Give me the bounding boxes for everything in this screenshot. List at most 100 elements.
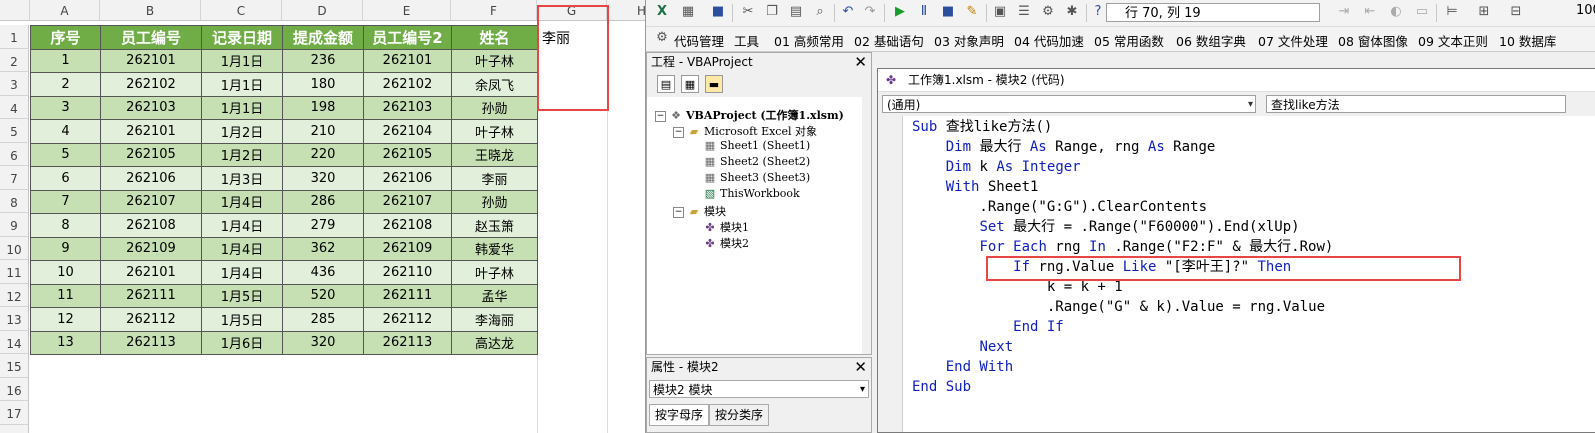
comment-block-icon[interactable]: ▭ (1414, 4, 1430, 20)
table-cell[interactable]: 436 (282, 260, 364, 285)
table-cell[interactable]: 3 (30, 95, 101, 120)
table-cell[interactable]: 1月4日 (201, 213, 283, 238)
table-cell[interactable]: 262101 (100, 119, 202, 144)
menu-03[interactable]: 03 对象声明 (934, 31, 1004, 50)
table-cell[interactable]: 262113 (363, 330, 452, 355)
row-header[interactable]: 18 (0, 424, 29, 433)
table-cell[interactable]: 262111 (363, 283, 452, 308)
row-header[interactable]: 4 (0, 95, 29, 119)
row-header[interactable]: 2 (0, 48, 29, 72)
table-cell[interactable]: 236 (282, 48, 364, 73)
table-cell[interactable]: 高达龙 (451, 330, 538, 355)
row-header[interactable]: 6 (0, 142, 29, 166)
project-explorer-icon[interactable]: ▣ (992, 4, 1008, 20)
order-icon[interactable]: ⊟ (1508, 4, 1524, 20)
table-cell[interactable]: 12 (30, 307, 101, 332)
table-cell[interactable]: 262113 (100, 330, 202, 355)
table-cell[interactable]: 286 (282, 189, 364, 214)
menu-10[interactable]: 10 数据库 (1499, 31, 1556, 50)
table-cell[interactable]: 262106 (100, 166, 202, 191)
table-cell[interactable]: 1月5日 (201, 283, 283, 308)
table-cell[interactable]: 262112 (100, 307, 202, 332)
table-cell[interactable]: 1月1日 (201, 48, 283, 73)
menu-02[interactable]: 02 基础语句 (854, 31, 924, 50)
design-mode-icon[interactable]: ✎ (964, 4, 980, 20)
cut-icon[interactable]: ✂ (740, 4, 756, 20)
collapse-icon[interactable]: − (673, 126, 684, 138)
table-cell[interactable]: 262101 (100, 48, 202, 73)
table-cell[interactable]: 孙勋 (451, 189, 538, 214)
table-cell[interactable]: 520 (282, 283, 364, 308)
table-cell[interactable]: 11 (30, 283, 101, 308)
view-object-icon[interactable]: ▦ (681, 75, 699, 93)
toolbox-icon[interactable]: ✱ (1064, 4, 1080, 20)
help-icon[interactable]: ? (1090, 4, 1106, 20)
size-icon[interactable]: ⊞ (1476, 4, 1492, 20)
insert-userform-icon[interactable]: ▦ (680, 4, 696, 20)
object-select[interactable]: 模块2 模块 ▾ (649, 380, 869, 398)
breakpoint-icon[interactable]: ◐ (1388, 4, 1404, 20)
table-cell[interactable]: 210 (282, 119, 364, 144)
table-cell[interactable]: 1月4日 (201, 260, 283, 285)
table-cell[interactable]: 李海丽 (451, 307, 538, 332)
table-cell[interactable]: 262109 (100, 236, 202, 261)
header-cell[interactable]: 记录日期 (201, 25, 283, 50)
object-browser-icon[interactable]: ⚙ (1040, 4, 1056, 20)
tree-node-vbaproject[interactable]: − ❖ VBAProject (工作簿1.xlsm) (655, 107, 844, 123)
row-header[interactable]: 14 (0, 330, 29, 354)
tree-node-sheet2[interactable]: ▦ Sheet2 (Sheet2) (703, 155, 810, 168)
tree-node-sheet3[interactable]: ▦ Sheet3 (Sheet3) (703, 171, 810, 184)
row-header[interactable]: 13 (0, 307, 29, 331)
column-header-e[interactable]: E (363, 0, 451, 20)
table-cell[interactable]: 262103 (100, 95, 202, 120)
header-cell[interactable]: 员工编号 (100, 25, 202, 50)
header-cell[interactable]: 序号 (30, 25, 101, 50)
menu-code-manager[interactable]: 代码管理 (674, 31, 724, 50)
menu-06[interactable]: 06 数组字典 (1176, 31, 1246, 50)
column-header-b[interactable]: B (100, 0, 201, 20)
table-cell[interactable]: 2 (30, 72, 101, 97)
table-cell[interactable]: 262110 (363, 260, 452, 285)
table-cell[interactable]: 1月4日 (201, 189, 283, 214)
table-cell[interactable]: 7 (30, 189, 101, 214)
table-cell[interactable]: 262107 (363, 189, 452, 214)
table-cell[interactable]: 220 (282, 142, 364, 167)
row-header[interactable]: 8 (0, 189, 29, 213)
select-all-corner[interactable] (0, 0, 30, 20)
table-cell[interactable]: 李丽 (451, 166, 538, 191)
reset-icon[interactable]: ■ (940, 4, 956, 20)
table-cell[interactable]: 262102 (100, 72, 202, 97)
tree-node-module2[interactable]: ✤ 模块2 (703, 235, 749, 251)
table-cell[interactable]: 1月2日 (201, 142, 283, 167)
table-cell[interactable]: 262109 (363, 236, 452, 261)
run-icon[interactable]: ▶ (892, 4, 908, 20)
tree-node-thisworkbook[interactable]: ▧ ThisWorkbook (703, 187, 800, 200)
table-cell[interactable]: 孟华 (451, 283, 538, 308)
table-cell[interactable]: 叶子林 (451, 48, 538, 73)
table-cell[interactable]: 赵玉箫 (451, 213, 538, 238)
table-cell[interactable]: 4 (30, 119, 101, 144)
table-cell[interactable]: 362 (282, 236, 364, 261)
menu-08[interactable]: 08 窗体图像 (1338, 31, 1408, 50)
table-cell[interactable]: 9 (30, 236, 101, 261)
table-cell[interactable]: 5 (30, 142, 101, 167)
table-cell[interactable]: 余凤飞 (451, 72, 538, 97)
indent-icon[interactable]: ⇥ (1336, 4, 1352, 20)
table-cell[interactable]: 262108 (100, 213, 202, 238)
table-cell[interactable]: 262101 (100, 260, 202, 285)
collapse-icon[interactable]: − (673, 206, 684, 218)
table-cell[interactable]: 1月5日 (201, 307, 283, 332)
table-cell[interactable]: 279 (282, 213, 364, 238)
table-cell[interactable]: 13 (30, 330, 101, 355)
menu-tools[interactable]: 工具 (734, 31, 759, 50)
menu-09[interactable]: 09 文本正则 (1418, 31, 1488, 50)
save-icon[interactable]: ■ (710, 4, 726, 20)
tab-categorized[interactable]: 按分类序 (709, 404, 770, 426)
toggle-folders-icon[interactable]: ▬ (705, 75, 723, 93)
table-cell[interactable]: 262104 (363, 119, 452, 144)
collapse-icon[interactable]: − (655, 110, 666, 122)
row-header[interactable]: 7 (0, 166, 29, 190)
undo-icon[interactable]: ↶ (840, 4, 856, 20)
row-header[interactable]: 17 (0, 401, 29, 425)
column-header-a[interactable]: A (30, 0, 100, 20)
